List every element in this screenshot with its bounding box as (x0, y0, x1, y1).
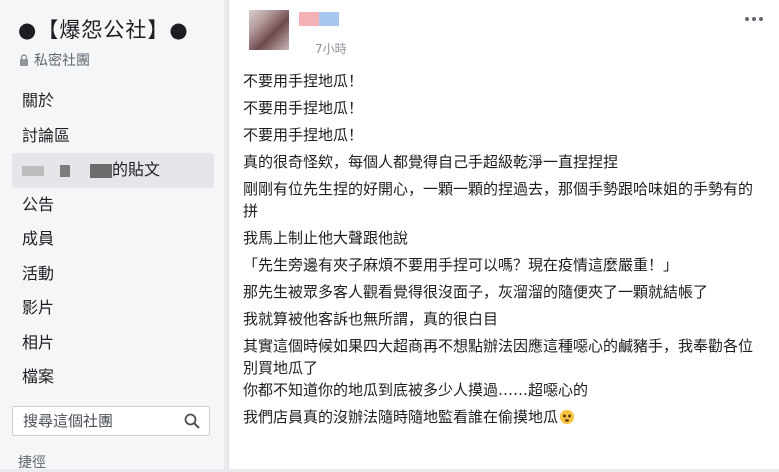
search-icon[interactable] (183, 412, 201, 430)
redacted-name (22, 165, 44, 176)
sidebar-item-my-posts[interactable]: 的貼文 (12, 153, 214, 188)
post-body: 不要用手捏地瓜！ 不要用手捏地瓜！ 不要用手捏地瓜！ 真的很奇怪欸，每個人都覺得… (243, 70, 763, 433)
post-line: 其實這個時候如果四大超商再不想點辦法因應這種噁心的鹹豬手，我奉勸各位別買地瓜了 (243, 337, 754, 377)
sad-face-emoji-icon (560, 410, 575, 424)
post-line: 不要用手捏地瓜！ (243, 72, 364, 90)
post-card: 7小時 不要用手捏地瓜！ 不要用手捏地瓜！ 不要用手捏地瓜！ 真的很奇怪欸，每個… (228, 0, 779, 469)
post-line: 你都不知道你的地瓜到底被多少人摸過……超噁心的 (243, 381, 589, 399)
privacy-label: 私密社團 (34, 53, 90, 69)
post-line: 不要用手捏地瓜！ (243, 126, 364, 144)
post-line: 我就算被他客訴也無所謂，真的很白目 (243, 310, 499, 328)
sidebar-item-files[interactable]: 檔案 (12, 360, 214, 395)
shortcuts-label: 捷徑 (18, 455, 46, 471)
sidebar-item-videos[interactable]: 影片 (12, 291, 214, 326)
sidebar-nav: 關於 討論區 的貼文 公告 成員 活動 影片 相片 檔案 (12, 84, 214, 395)
more-options-icon[interactable] (744, 16, 764, 22)
sidebar-item-events[interactable]: 活動 (12, 257, 214, 292)
group-privacy: 私密社團 (18, 50, 90, 70)
sidebar-item-discussion[interactable]: 討論區 (12, 119, 214, 154)
avatar[interactable] (249, 10, 289, 50)
group-search-box (12, 406, 210, 436)
sidebar-item-announcements[interactable]: 公告 (12, 188, 214, 223)
post-line: 「先生旁邊有夾子麻煩不要用手捏可以嗎？現在疫情這麼嚴重！」 (243, 256, 679, 274)
sidebar-item-label: 影片 (22, 298, 55, 317)
sidebar-item-label: 的貼文 (112, 160, 161, 179)
post-line-text: 我們店員真的沒辦法隨時隨地監看誰在偷摸地瓜 (243, 408, 559, 426)
redacted-name (60, 164, 70, 177)
sidebar-item-label: 討論區 (22, 125, 71, 145)
lock-icon (20, 54, 28, 66)
sidebar-item-label: 公告 (22, 194, 55, 214)
redacted-name (90, 163, 112, 178)
post-line: 那先生被眾多客人觀看覺得很沒面子，灰溜溜的隨便夾了一顆就結帳了 (243, 283, 709, 301)
post-timestamp[interactable]: 7小時 (315, 40, 347, 57)
sidebar-item-label: 活動 (22, 263, 55, 283)
post-line: 不要用手捏地瓜！ (243, 99, 364, 117)
group-title[interactable]: ●【爆怨公社】● (18, 14, 189, 44)
author-name[interactable] (299, 12, 339, 26)
sidebar-item-label: 成員 (22, 229, 55, 248)
group-sidebar: ●【爆怨公社】● 私密社團 關於 討論區 的貼文 公告 成員 活動 影片 相片 … (0, 0, 224, 471)
sidebar-item-label: 相片 (22, 332, 55, 352)
group-search-input[interactable] (21, 411, 175, 431)
post-line: 剛剛有位先生捏的好開心，一顆一顆的捏過去，那個手勢跟哈味姐的手勢有的拼 (243, 180, 754, 220)
sidebar-item-label: 關於 (22, 91, 55, 110)
sidebar-item-label: 檔案 (22, 367, 55, 386)
sidebar-item-members[interactable]: 成員 (12, 222, 214, 257)
post-line: 真的很奇怪欸，每個人都覺得自己手超級乾淨一直捏捏捏 (243, 153, 619, 171)
sidebar-item-photos[interactable]: 相片 (12, 326, 214, 361)
post-line: 我馬上制止他大聲跟他說 (243, 229, 409, 247)
post-line-last: 我們店員真的沒辦法隨時隨地監看誰在偷摸地瓜 (243, 406, 763, 428)
sidebar-item-about[interactable]: 關於 (12, 84, 214, 119)
